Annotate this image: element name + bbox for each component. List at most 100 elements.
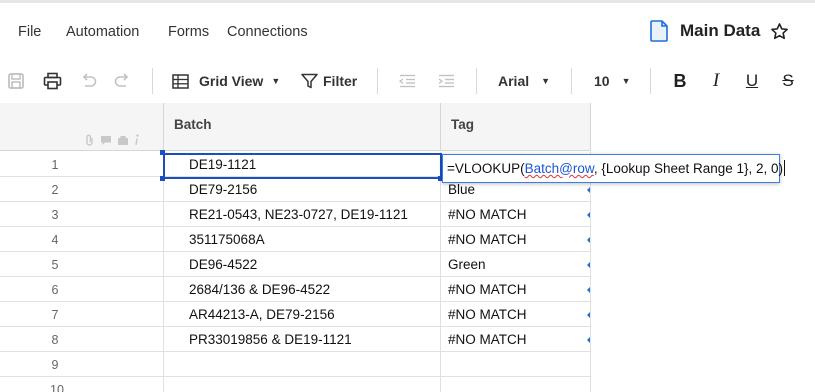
font-family-value: Arial [498,73,530,89]
column-header-label: Tag [451,117,474,132]
row-header-corner [0,103,164,151]
cell-tag[interactable] [441,377,591,392]
cell-tag-value: #NO MATCH [448,207,527,222]
menu-connections[interactable]: Connections [227,24,308,40]
formula-column-reference: Batch@row [524,161,594,176]
selection-handle[interactable] [160,176,165,181]
sheet-doc-icon [650,20,668,42]
menu-automation[interactable]: Automation [66,24,139,40]
row-number-cell[interactable]: 2 [0,177,164,202]
grid-view-label: Grid View [199,73,264,89]
toolbar-separator [571,68,572,94]
row-number: 6 [51,283,59,297]
row-number-cell[interactable]: 10 [0,377,164,392]
cell-tag-value: Green [448,257,486,272]
cell-batch[interactable]: AR44213-A, DE79-2156 [164,302,441,327]
table-row: 3 RE21-0543, NE23-0727, DE19-1121 #NO MA… [0,202,591,227]
row-number: 8 [51,333,59,347]
indent-icon[interactable] [436,70,456,92]
toolbar-separator [650,68,651,94]
row-number-cell[interactable]: 5 [0,252,164,277]
cell-batch[interactable]: RE21-0543, NE23-0727, DE19-1121 [164,202,441,227]
cell-link-arrow-icon [587,286,590,294]
toolbar: Grid View ▼ Filter Arial ▼ 10 ▼ B I U S [0,60,815,102]
cell-tag[interactable]: #NO MATCH [441,202,591,227]
strikethrough-icon[interactable]: S [779,70,797,92]
cell-batch[interactable] [164,377,441,392]
row-number-cell[interactable]: 4 [0,227,164,252]
save-icon[interactable] [6,70,26,92]
menu-forms[interactable]: Forms [168,24,209,40]
text-cursor [784,160,786,176]
selected-cell-outline [163,153,442,179]
column-header-tag[interactable]: Tag [441,103,591,151]
row-number: 10 [50,383,64,392]
cell-batch[interactable]: 2684/136 & DE96-4522 [164,277,441,302]
cell-batch[interactable]: 351175068A [164,227,441,252]
chevron-down-icon: ▼ [271,76,281,86]
filter-label: Filter [323,73,358,89]
sheet-title-area: Main Data [650,20,789,42]
cell-tag[interactable] [441,352,591,377]
underline-glyph: U [745,71,759,90]
row-number: 9 [51,358,59,372]
bold-icon[interactable]: B [671,70,689,92]
toolbar-separator [377,68,378,94]
italic-glyph: I [712,70,720,91]
row-number-cell[interactable]: 3 [0,202,164,227]
cell-link-arrow-icon [587,236,590,244]
table-row: 5 DE96-4522 Green [0,252,591,277]
chevron-down-icon: ▼ [621,76,631,86]
italic-icon[interactable]: I [707,70,725,92]
cell-tag-value: #NO MATCH [448,332,527,347]
row-number: 4 [51,233,59,247]
cell-tag[interactable]: #NO MATCH [441,327,591,352]
info-icon [134,133,140,151]
row-number: 5 [51,258,59,272]
outdent-icon[interactable] [397,70,417,92]
table-row: 9 [0,352,591,377]
table-row: 10 [0,377,591,392]
undo-icon[interactable] [78,70,98,92]
toolbar-separator [152,68,153,94]
column-header-batch[interactable]: Batch [164,103,441,151]
cell-tag[interactable]: Green [441,252,591,277]
cell-batch[interactable]: DE79-2156 [164,177,441,202]
strikethrough-glyph: S [782,71,794,90]
grid-view-icon [172,73,189,89]
menu-file[interactable]: File [18,24,41,40]
comment-icon [100,133,112,151]
font-size-select[interactable]: 10 ▼ [594,70,631,92]
sheet-grid: Batch Tag 1 DE19-1121 2 DE79-2156 Blue 3… [0,103,815,392]
row-number-cell[interactable]: 1 [0,152,164,177]
cell-link-arrow-icon [587,186,590,194]
selection-handle[interactable] [160,150,165,155]
row-number-cell[interactable]: 7 [0,302,164,327]
grid-view-menu[interactable]: Grid View ▼ [172,70,280,92]
font-family-select[interactable]: Arial ▼ [498,70,550,92]
row-number-cell[interactable]: 8 [0,327,164,352]
cell-batch[interactable]: PR33019856 & DE19-1121 [164,327,441,352]
chevron-down-icon: ▼ [541,76,551,86]
formula-editor[interactable]: =VLOOKUP(Batch@row, {Lookup Sheet Range … [442,154,786,183]
attachment-icon [85,133,95,151]
row-number-cell[interactable]: 9 [0,352,164,377]
row-number-cell[interactable]: 6 [0,277,164,302]
print-icon[interactable] [41,70,63,92]
underline-icon[interactable]: U [743,70,761,92]
filter-button[interactable]: Filter [301,70,357,92]
sheet-title[interactable]: Main Data [680,21,760,41]
redo-icon[interactable] [113,70,133,92]
cell-batch[interactable]: DE96-4522 [164,252,441,277]
cell-batch[interactable] [164,352,441,377]
cell-tag[interactable]: #NO MATCH [441,302,591,327]
toolbar-separator [476,68,477,94]
cell-tag[interactable]: #NO MATCH [441,227,591,252]
star-icon[interactable] [770,22,789,41]
cell-tag[interactable]: #NO MATCH [441,277,591,302]
formula-suffix: , {Lookup Sheet Range 1}, 2, 0) [593,161,784,176]
cell-link-arrow-icon [587,336,590,344]
table-row: 8 PR33019856 & DE19-1121 #NO MATCH [0,327,591,352]
row-number: 7 [51,308,59,322]
row-number: 1 [51,158,59,172]
